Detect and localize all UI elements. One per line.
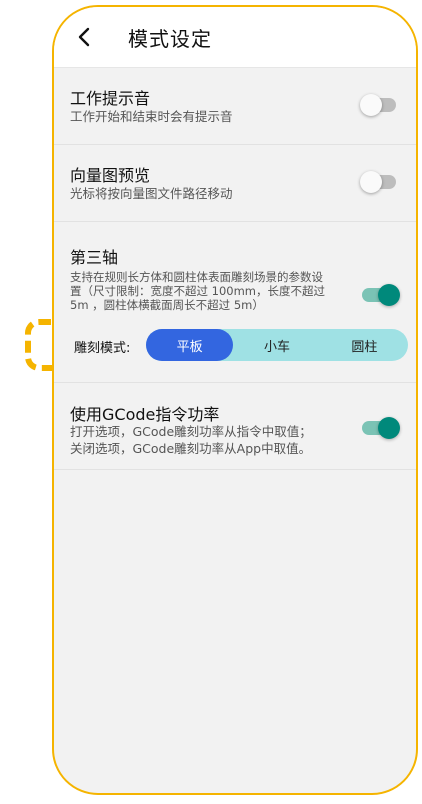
gcode-power-toggle[interactable] <box>362 417 400 439</box>
phone-frame: 模式设定 工作提示音 工作开始和结束时会有提示音 向量图预览 光标将按向量图文件… <box>52 5 418 795</box>
setting-desc-line: 5m ，圆柱体横截面周长不超过 5m） <box>70 298 264 312</box>
vector-preview-toggle[interactable] <box>360 171 396 193</box>
setting-desc-line: 支持在规则长方体和圆柱体表面雕刻场景的参数设 <box>70 270 323 284</box>
setting-title: 向量图预览 <box>70 166 151 185</box>
mode-option-cylinder[interactable]: 圆柱 <box>321 329 408 361</box>
setting-desc-line: 关闭选项，GCode雕刻功率从App中取值。 <box>70 441 312 456</box>
toggle-knob <box>360 171 382 193</box>
toggle-knob <box>378 284 400 306</box>
engrave-mode-selector: 平板 小车 圆柱 <box>146 329 408 361</box>
setting-subtitle: 工作开始和结束时会有提示音 <box>70 109 233 124</box>
setting-title: 工作提示音 <box>70 89 151 108</box>
mode-option-flat[interactable]: 平板 <box>146 329 234 361</box>
setting-desc-line: 置（尺寸限制：宽度不超过 100mm，长度不超过 <box>70 284 326 298</box>
setting-row-third-axis: 第三轴 支持在规则长方体和圆柱体表面雕刻场景的参数设 置（尺寸限制：宽度不超过 … <box>54 222 416 383</box>
app-header: 模式设定 <box>54 7 416 68</box>
setting-desc-line: 打开选项，GCode雕刻功率从指令中取值； <box>70 424 312 439</box>
setting-row-work-sound: 工作提示音 工作开始和结束时会有提示音 <box>54 68 416 145</box>
setting-title: 使用GCode指令功率 <box>70 405 220 424</box>
setting-row-gcode-power: 使用GCode指令功率 打开选项，GCode雕刻功率从指令中取值； 关闭选项，G… <box>54 383 416 470</box>
toggle-knob <box>378 417 400 439</box>
setting-title: 第三轴 <box>70 248 119 267</box>
setting-subtitle: 光标将按向量图文件路径移动 <box>70 186 233 201</box>
engrave-mode-label: 雕刻模式: <box>74 341 131 356</box>
page-title: 模式设定 <box>128 27 212 51</box>
setting-row-vector-preview: 向量图预览 光标将按向量图文件路径移动 <box>54 145 416 222</box>
work-sound-toggle[interactable] <box>360 94 396 116</box>
chevron-left-icon[interactable] <box>72 21 96 53</box>
screen: 模式设定 工作提示音 工作开始和结束时会有提示音 向量图预览 光标将按向量图文件… <box>0 0 422 804</box>
mode-option-cart[interactable]: 小车 <box>233 329 320 361</box>
third-axis-toggle[interactable] <box>362 284 400 306</box>
toggle-knob <box>360 94 382 116</box>
